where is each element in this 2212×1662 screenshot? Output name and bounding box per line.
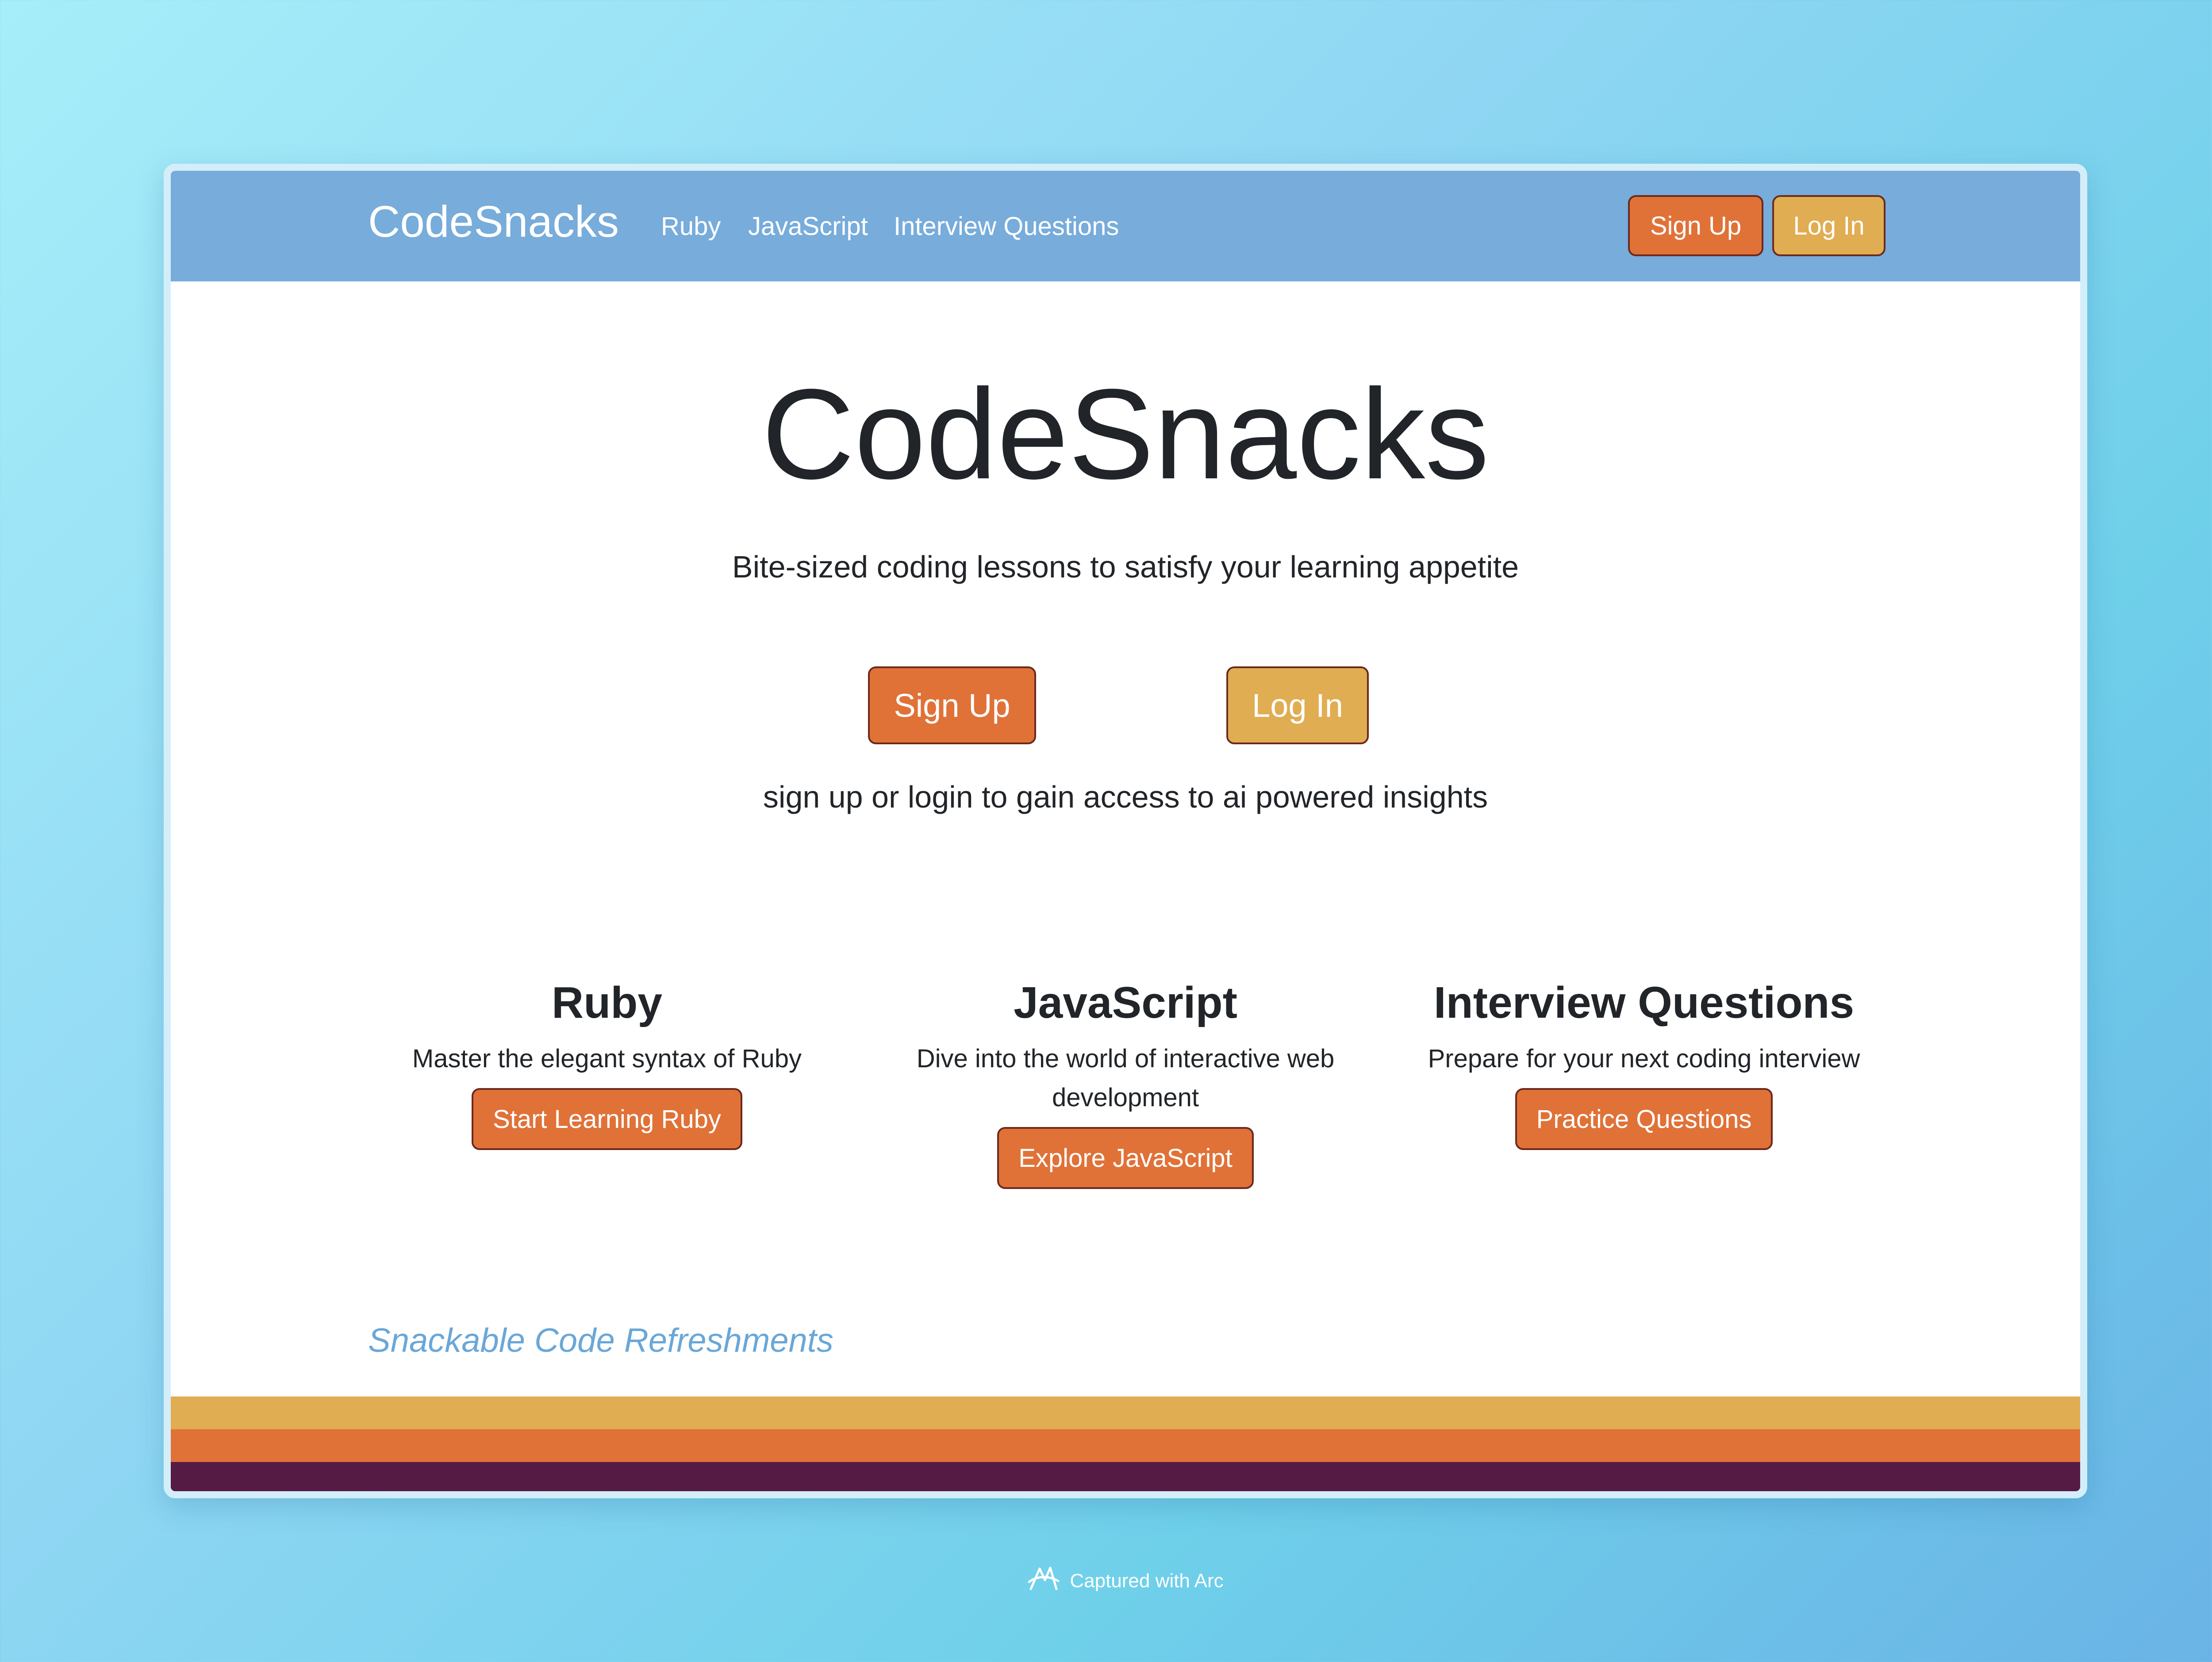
hero-signup-button[interactable]: Sign Up xyxy=(868,666,1036,744)
feature-description: Master the elegant syntax of Ruby xyxy=(412,1044,802,1073)
nav-link-interview-questions[interactable]: Interview Questions xyxy=(894,212,1119,241)
footer-stripe-purple xyxy=(171,1462,2080,1491)
arc-logo-icon xyxy=(1027,1564,1060,1597)
practice-questions-button[interactable]: Practice Questions xyxy=(1515,1088,1773,1150)
nav-login-button[interactable]: Log In xyxy=(1772,195,1886,256)
nav-signup-button[interactable]: Sign Up xyxy=(1628,195,1763,256)
feature-card-interview-questions: Interview Questions Prepare for your nex… xyxy=(1401,974,1887,1150)
hero-subtitle: Bite-sized coding lessons to satisfy you… xyxy=(732,550,1519,584)
navbar: CodeSnacks Ruby JavaScript Interview Que… xyxy=(171,171,2080,281)
footer-stripe-orange xyxy=(171,1429,2080,1462)
feature-title: Interview Questions xyxy=(1433,978,1855,1027)
hero-login-button[interactable]: Log In xyxy=(1226,666,1369,744)
feature-title: JavaScript xyxy=(1014,978,1237,1027)
feature-card-ruby: Ruby Master the elegant syntax of Ruby S… xyxy=(364,974,850,1150)
nav-link-javascript[interactable]: JavaScript xyxy=(748,212,868,241)
capture-note: Captured with Arc xyxy=(0,1564,2212,1597)
start-learning-ruby-button[interactable]: Start Learning Ruby xyxy=(472,1088,742,1150)
capture-note-text: Captured with Arc xyxy=(1070,1570,1224,1592)
navbar-brand[interactable]: CodeSnacks xyxy=(368,196,619,247)
feature-description: Dive into the world of interactive web d… xyxy=(916,1044,1335,1112)
explore-javascript-button[interactable]: Explore JavaScript xyxy=(997,1127,1254,1189)
footer-tagline: Snackable Code Refreshments xyxy=(368,1322,833,1359)
nav-link-ruby[interactable]: Ruby xyxy=(661,212,721,241)
footer-stripe-yellow xyxy=(171,1397,2080,1429)
feature-card-javascript: JavaScript Dive into the world of intera… xyxy=(882,974,1369,1189)
feature-description: Prepare for your next coding interview xyxy=(1428,1044,1860,1073)
feature-title: Ruby xyxy=(552,978,662,1027)
hero-note: sign up or login to gain access to ai po… xyxy=(763,780,1488,814)
browser-window: CodeSnacks Ruby JavaScript Interview Que… xyxy=(164,164,2087,1498)
hero-title: CodeSnacks xyxy=(761,362,1490,506)
